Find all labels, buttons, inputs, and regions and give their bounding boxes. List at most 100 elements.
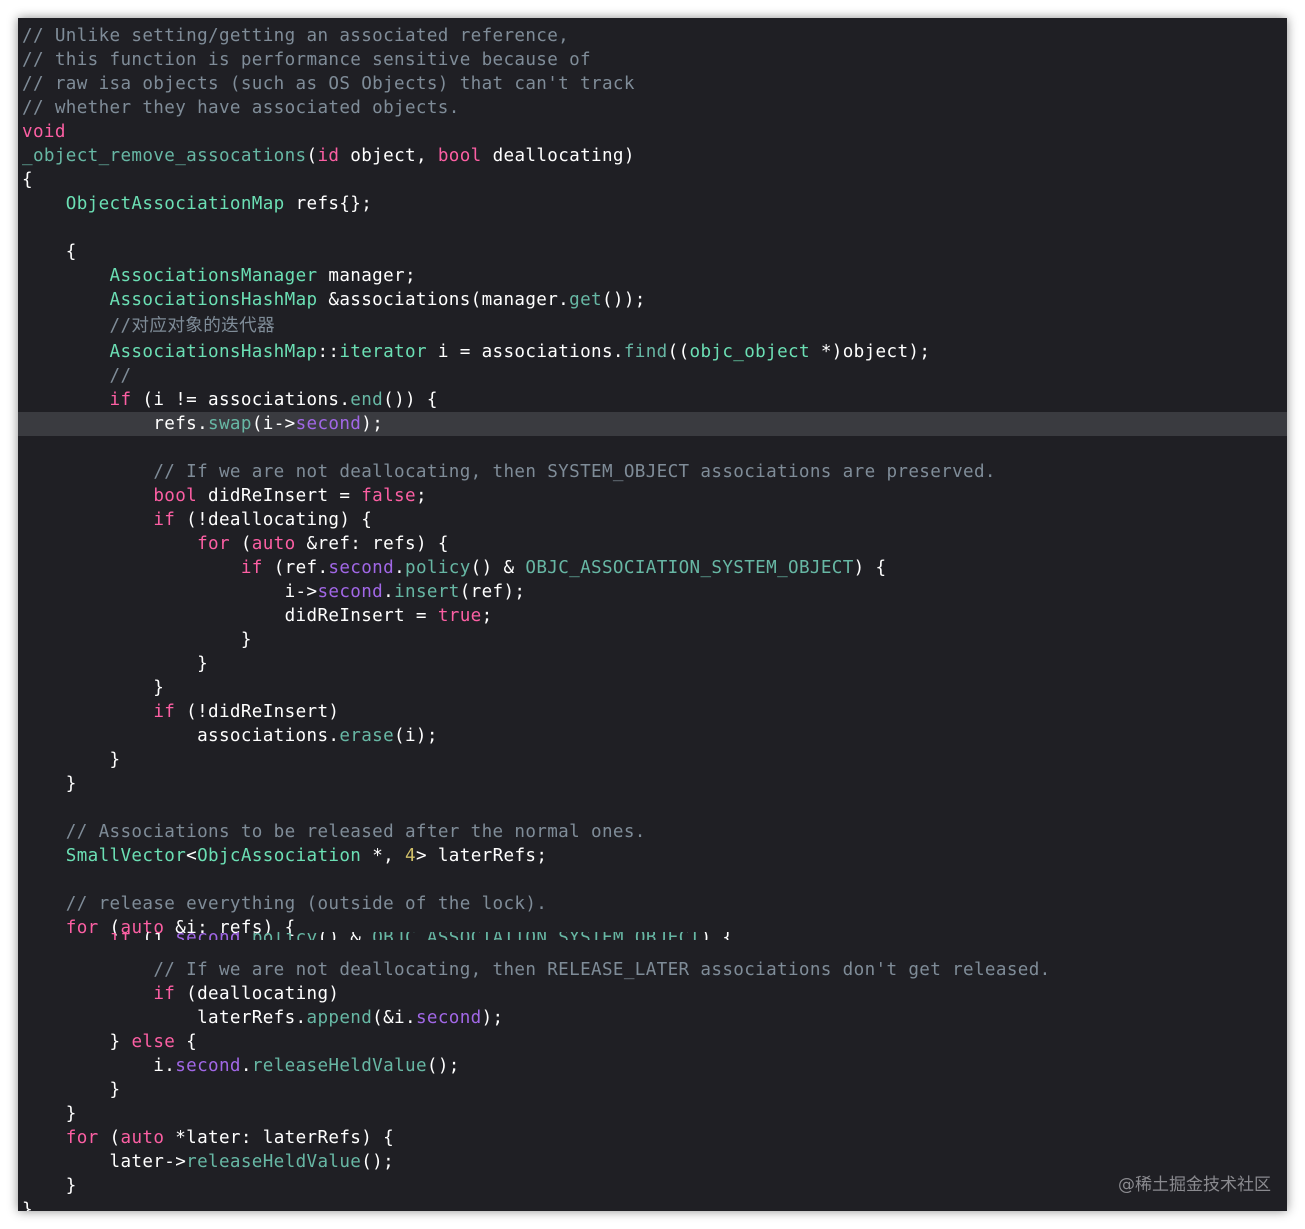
code-token: (deallocating) (175, 984, 340, 1004)
code-token: didReInsert = (197, 486, 362, 506)
code-line[interactable]: { (18, 240, 1287, 264)
code-token: if (240, 558, 263, 578)
code-token: } (22, 1104, 77, 1124)
code-token: ()); (601, 290, 646, 310)
code-token: if (153, 510, 176, 530)
code-token: AssociationsManager (109, 266, 318, 286)
code-token: ; (481, 606, 493, 626)
code-token: // (109, 366, 132, 386)
watermark: @稀土掘金技术社区 (1118, 1175, 1271, 1195)
code-line[interactable]: } (18, 628, 1287, 652)
code-line[interactable]: associations.erase(i); (18, 724, 1287, 748)
code-line[interactable]: // If we are not deallocating, then RELE… (18, 958, 1287, 982)
code-token: if (110, 932, 132, 940)
code-token: . (241, 932, 252, 940)
code-line[interactable]: AssociationsManager manager; (18, 264, 1287, 288)
code-token: *later: laterRefs) { (164, 1128, 395, 1148)
code-token: //对应对象的迭代器 (109, 316, 275, 336)
code-line[interactable]: bool didReInsert = false; (18, 484, 1287, 508)
code-line[interactable]: // Unlike setting/getting an associated … (18, 24, 1287, 48)
code-token: object, (339, 146, 438, 166)
code-token: (i); (394, 726, 438, 746)
code-line[interactable] (18, 216, 1287, 240)
code-token: ) { (700, 932, 733, 940)
code-line[interactable]: // (18, 364, 1287, 388)
code-line[interactable]: // If we are not deallocating, then SYST… (18, 460, 1287, 484)
code-editor[interactable]: // Unlike setting/getting an associated … (18, 18, 1287, 1211)
code-token: } (22, 750, 121, 770)
code-token: second (415, 1008, 482, 1028)
code-line[interactable]: // Associations to be released after the… (18, 820, 1287, 844)
code-token: // this function is performance sensitiv… (22, 50, 592, 70)
code-line[interactable]: } (18, 676, 1287, 700)
code-line[interactable]: refs.swap(i->second); (18, 412, 1287, 436)
code-line[interactable]: } else { (18, 1030, 1287, 1054)
code-token: . (240, 1056, 252, 1076)
code-line[interactable]: } (18, 1174, 1287, 1198)
code-token: laterRefs. (22, 1008, 307, 1028)
code-line[interactable]: later->releaseHeldValue(); (18, 1150, 1287, 1174)
code-line[interactable] (18, 796, 1287, 820)
code-token: if (153, 984, 176, 1004)
code-line[interactable]: SmallVector<ObjcAssociation *, 4> laterR… (18, 844, 1287, 868)
code-token: didReInsert = (22, 606, 438, 626)
code-token: find (623, 342, 668, 362)
code-token: policy (252, 932, 318, 940)
code-token: i = associations. (426, 342, 624, 362)
code-line[interactable]: i.second.releaseHeldValue(); (18, 1054, 1287, 1078)
code-line[interactable]: didReInsert = true; (18, 604, 1287, 628)
code-line[interactable]: } (18, 1078, 1287, 1102)
code-line[interactable]: laterRefs.append(&i.second); (18, 1006, 1287, 1030)
code-token: true (437, 606, 482, 626)
code-token: // If we are not deallocating, then RELE… (153, 960, 1051, 980)
code-token: ()) { (383, 390, 438, 410)
code-token: second (175, 1056, 241, 1076)
code-line[interactable]: } (18, 1102, 1287, 1126)
code-line[interactable]: void (18, 120, 1287, 144)
code-token: SmallVector (65, 846, 187, 866)
code-token: (i. (131, 932, 175, 940)
code-line[interactable] (18, 436, 1287, 460)
code-token: ); (481, 1008, 504, 1028)
code-line[interactable]: _object_remove_assocations(id object, bo… (18, 144, 1287, 168)
code-line[interactable]: if (!didReInsert) (18, 700, 1287, 724)
code-line[interactable]: AssociationsHashMap::iterator i = associ… (18, 340, 1287, 364)
code-line[interactable] (18, 868, 1287, 892)
code-token: second (295, 414, 362, 434)
code-line[interactable]: if (deallocating) (18, 982, 1287, 1006)
code-token: second (317, 582, 384, 602)
code-token: } (22, 630, 252, 650)
code-token: // whether they have associated objects. (22, 98, 460, 118)
code-line[interactable]: ObjectAssociationMap refs{}; (18, 192, 1287, 216)
code-line[interactable]: // release everything (outside of the lo… (18, 892, 1287, 916)
code-line[interactable]: //对应对象的迭代器 (18, 314, 1287, 338)
code-token: < (186, 846, 198, 866)
code-line[interactable]: if (i.second.policy() & OBJC_ASSOCIATION… (18, 932, 1287, 940)
code-token: associations. (22, 726, 340, 746)
code-line[interactable]: { (18, 168, 1287, 192)
code-token: (i != associations. (131, 390, 351, 410)
code-line[interactable]: if (ref.second.policy() & OBJC_ASSOCIATI… (18, 556, 1287, 580)
code-line[interactable]: for (auto &ref: refs) { (18, 532, 1287, 556)
code-token: OBJC_ASSOCIATION_SYSTEM_OBJECT (525, 558, 854, 578)
code-line[interactable]: if (!deallocating) { (18, 508, 1287, 532)
code-line[interactable]: AssociationsHashMap &associations(manage… (18, 288, 1287, 312)
code-token: . (394, 558, 406, 578)
code-line[interactable]: } (18, 748, 1287, 772)
code-line[interactable]: } (18, 652, 1287, 676)
code-line[interactable]: // this function is performance sensitiv… (18, 48, 1287, 72)
code-line[interactable]: } (18, 1198, 1287, 1211)
code-token: get (569, 290, 602, 310)
code-line[interactable]: if (i != associations.end()) { (18, 388, 1287, 412)
code-line[interactable]: for (auto *later: laterRefs) { (18, 1126, 1287, 1150)
code-token: bool (153, 486, 198, 506)
code-line[interactable]: // raw isa objects (such as OS Objects) … (18, 72, 1287, 96)
code-line[interactable]: i->second.insert(ref); (18, 580, 1287, 604)
code-line[interactable]: } (18, 772, 1287, 796)
code-token: ) { (853, 558, 887, 578)
code-line[interactable]: // whether they have associated objects. (18, 96, 1287, 120)
